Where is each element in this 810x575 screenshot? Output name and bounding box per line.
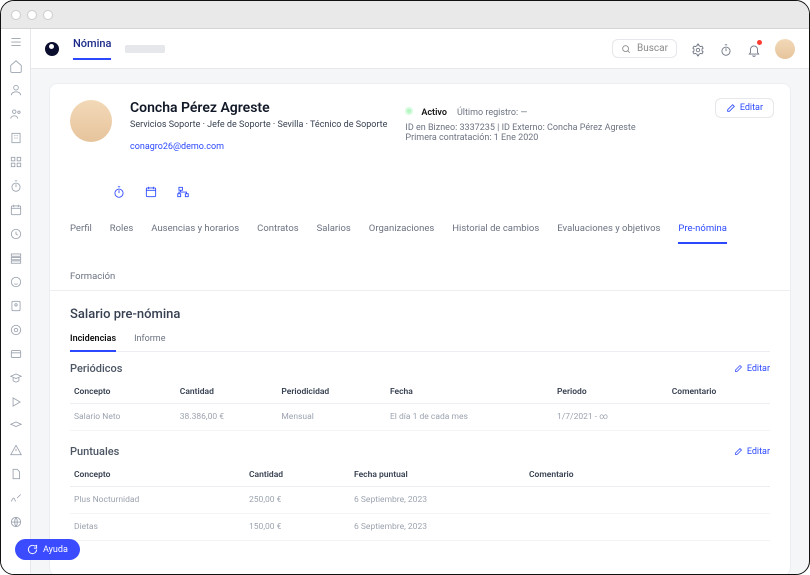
traffic-max[interactable] bbox=[43, 10, 53, 20]
target-icon[interactable] bbox=[9, 323, 23, 337]
table-row: Dietas 150,00 € 6 Septiembre, 2023 bbox=[70, 514, 770, 541]
traffic-close[interactable] bbox=[11, 10, 21, 20]
profile-avatar bbox=[70, 100, 112, 142]
building-icon[interactable] bbox=[9, 131, 23, 145]
badge-icon[interactable] bbox=[9, 299, 23, 313]
top-tab-nomina[interactable]: Nómina bbox=[73, 37, 111, 60]
table-row: Salario Neto 38.386,00 € Mensual El día … bbox=[70, 404, 770, 431]
menu-icon[interactable] bbox=[9, 35, 23, 49]
play-icon[interactable] bbox=[9, 395, 23, 409]
search-input[interactable]: Buscar bbox=[612, 39, 677, 58]
action-calendar-icon[interactable] bbox=[142, 183, 160, 201]
tab-prenomina[interactable]: Pre-nómina bbox=[678, 213, 727, 244]
punctual-title: Puntuales bbox=[70, 445, 119, 458]
tab-salarios[interactable]: Salarios bbox=[317, 213, 351, 243]
clock-icon[interactable] bbox=[9, 227, 23, 241]
gear-icon[interactable] bbox=[691, 42, 705, 56]
current-user-avatar[interactable] bbox=[775, 39, 795, 59]
profile-header: Concha Pérez Agreste Servicios Soporte ·… bbox=[50, 84, 790, 169]
tab-ausencias[interactable]: Ausencias y horarios bbox=[151, 213, 239, 243]
sign-icon[interactable] bbox=[9, 491, 23, 505]
tab-perfil[interactable]: Perfil bbox=[70, 213, 92, 243]
bell-icon[interactable] bbox=[747, 42, 761, 56]
profile-tabs: Perfil Roles Ausencias y horarios Contra… bbox=[50, 213, 790, 291]
profile-action-row bbox=[110, 183, 790, 205]
doc-icon[interactable] bbox=[9, 467, 23, 481]
warn-icon[interactable] bbox=[9, 443, 23, 457]
profile-email[interactable]: conagro26@demo.com bbox=[130, 142, 224, 152]
help-label: Ayuda bbox=[43, 545, 68, 555]
notification-dot bbox=[757, 40, 762, 45]
card-icon[interactable] bbox=[9, 347, 23, 361]
cap-icon[interactable] bbox=[9, 371, 23, 385]
smile-icon[interactable] bbox=[9, 275, 23, 289]
sidebar-rail bbox=[1, 29, 31, 574]
globe-icon[interactable] bbox=[9, 515, 23, 529]
edit-profile-button[interactable]: Editar bbox=[715, 98, 774, 118]
edit-punctual-button[interactable]: Editar bbox=[734, 447, 770, 457]
subtab-incidencias[interactable]: Incidencias bbox=[70, 334, 116, 352]
traffic-min[interactable] bbox=[27, 10, 37, 20]
cap2-icon[interactable] bbox=[9, 419, 23, 433]
id-line: ID en Bizneo: 3337235 | ID Externo: Conc… bbox=[405, 123, 770, 133]
help-button[interactable]: Ayuda bbox=[15, 539, 80, 560]
tab-roles[interactable]: Roles bbox=[110, 213, 134, 243]
users-icon[interactable] bbox=[9, 107, 23, 121]
punctual-table: Concepto Cantidad Fecha puntual Comentar… bbox=[70, 464, 770, 541]
tab-evaluaciones[interactable]: Evaluaciones y objetivos bbox=[557, 213, 660, 243]
search-placeholder: Buscar bbox=[637, 43, 668, 54]
panel-title: Salario pre-nómina bbox=[70, 307, 770, 322]
top-tab-placeholder bbox=[125, 45, 165, 53]
tab-formacion[interactable]: Formación bbox=[70, 261, 115, 290]
status-indicator bbox=[405, 107, 413, 115]
calendar-icon[interactable] bbox=[9, 203, 23, 217]
periodic-title: Periódicos bbox=[70, 362, 122, 375]
profile-subtitle: Servicios Soporte · Jefe de Soporte · Se… bbox=[130, 120, 387, 130]
table-row: Plus Nocturnidad 250,00 € 6 Septiembre, … bbox=[70, 487, 770, 514]
rows-icon[interactable] bbox=[9, 251, 23, 265]
status-text: Activo bbox=[421, 108, 447, 118]
periodic-table: Concepto Cantidad Periodicidad Fecha Per… bbox=[70, 381, 770, 431]
tab-contratos[interactable]: Contratos bbox=[257, 213, 299, 243]
edit-profile-label: Editar bbox=[740, 103, 763, 113]
topbar: Nómina Buscar bbox=[31, 29, 809, 69]
subtab-informe[interactable]: Informe bbox=[134, 334, 165, 351]
profile-name: Concha Pérez Agreste bbox=[130, 100, 387, 116]
tab-organizaciones[interactable]: Organizaciones bbox=[369, 213, 435, 243]
action-stopwatch-icon[interactable] bbox=[110, 183, 128, 201]
hire-line: Primera contratación: 1 Ene 2020 bbox=[405, 133, 770, 143]
tab-historial[interactable]: Historial de cambios bbox=[452, 213, 539, 243]
edit-periodic-button[interactable]: Editar bbox=[734, 364, 770, 374]
grid-icon[interactable] bbox=[9, 155, 23, 169]
app-logo[interactable] bbox=[45, 42, 59, 56]
window-titlebar bbox=[1, 1, 809, 29]
user-icon[interactable] bbox=[9, 83, 23, 97]
action-org-icon[interactable] bbox=[174, 183, 192, 201]
stopwatch-top-icon[interactable] bbox=[719, 42, 733, 56]
stopwatch-icon[interactable] bbox=[9, 179, 23, 193]
home-icon[interactable] bbox=[9, 59, 23, 73]
last-login: Último registro: — bbox=[457, 108, 528, 118]
panel-subtabs: Incidencias Informe bbox=[70, 334, 770, 352]
